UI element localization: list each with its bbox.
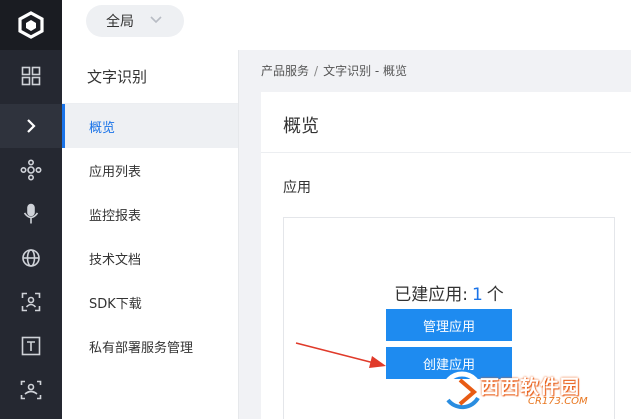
- sidebar-item-overview[interactable]: 概览: [62, 104, 238, 148]
- app-count: 已建应用: 1 个: [284, 280, 614, 305]
- section-title: 应用: [283, 180, 311, 196]
- watermark-logo: [441, 371, 483, 413]
- sidebar-item-sdk[interactable]: SDK下载: [62, 280, 238, 324]
- scope-selector[interactable]: 全局: [86, 5, 184, 37]
- manage-app-button[interactable]: 管理应用: [386, 309, 512, 341]
- product-title: 文字识别: [62, 50, 238, 104]
- app-count-unit: 个: [486, 285, 504, 305]
- watermark: 西西软件园 CR173.COM: [440, 368, 628, 416]
- breadcrumb-current: 文字识别 - 概览: [323, 64, 408, 78]
- product-sidebar: 文字识别 概览 应用列表 监控报表 技术文档 SDK下载 私有部署服务管理: [62, 50, 239, 419]
- sidebar-item-label: 私有部署服务管理: [89, 340, 194, 356]
- sidebar-item-label: 概览: [89, 120, 116, 136]
- sidebar-item-label: 监控报表: [89, 208, 142, 224]
- sidebar-item-label: 应用列表: [89, 164, 142, 180]
- chevron-right-icon[interactable]: [0, 104, 62, 148]
- watermark-text: 西西软件园: [480, 376, 581, 398]
- main-content: 产品服务 / 文字识别 - 概览 概览 应用 已建应用: 1 个 管理应用 创建应用: [240, 50, 631, 419]
- chevron-down-icon: [150, 16, 162, 24]
- sidebar-item-docs[interactable]: 技术文档: [62, 236, 238, 280]
- breadcrumb: 产品服务 / 文字识别 - 概览: [261, 62, 407, 79]
- sidebar-item-app-list[interactable]: 应用列表: [62, 148, 238, 192]
- divider: [261, 152, 631, 153]
- text-icon[interactable]: [0, 324, 62, 368]
- image-scan-icon[interactable]: [0, 368, 62, 412]
- icon-rail: [0, 0, 62, 419]
- page-title: 概览: [283, 116, 319, 137]
- sidebar-item-label: 技术文档: [89, 252, 142, 268]
- logo-icon[interactable]: [0, 0, 62, 50]
- app-count-value: 1: [471, 285, 483, 305]
- scope-label: 全局: [106, 14, 134, 30]
- microphone-icon[interactable]: [0, 192, 62, 236]
- sidebar-item-label: SDK下载: [89, 296, 142, 312]
- face-scan-icon[interactable]: [0, 280, 62, 324]
- top-bar: 全局: [62, 0, 631, 50]
- grid-icon[interactable]: [0, 54, 62, 98]
- app-count-prefix: 已建应用:: [394, 285, 468, 305]
- sidebar-item-private-deploy[interactable]: 私有部署服务管理: [62, 324, 238, 368]
- nodes-icon[interactable]: [0, 148, 62, 192]
- breadcrumb-root[interactable]: 产品服务: [261, 64, 309, 78]
- watermark-url: CR173.COM: [528, 396, 588, 407]
- sidebar-item-monitoring[interactable]: 监控报表: [62, 192, 238, 236]
- globe-icon[interactable]: [0, 236, 62, 280]
- breadcrumb-separator: /: [314, 64, 319, 78]
